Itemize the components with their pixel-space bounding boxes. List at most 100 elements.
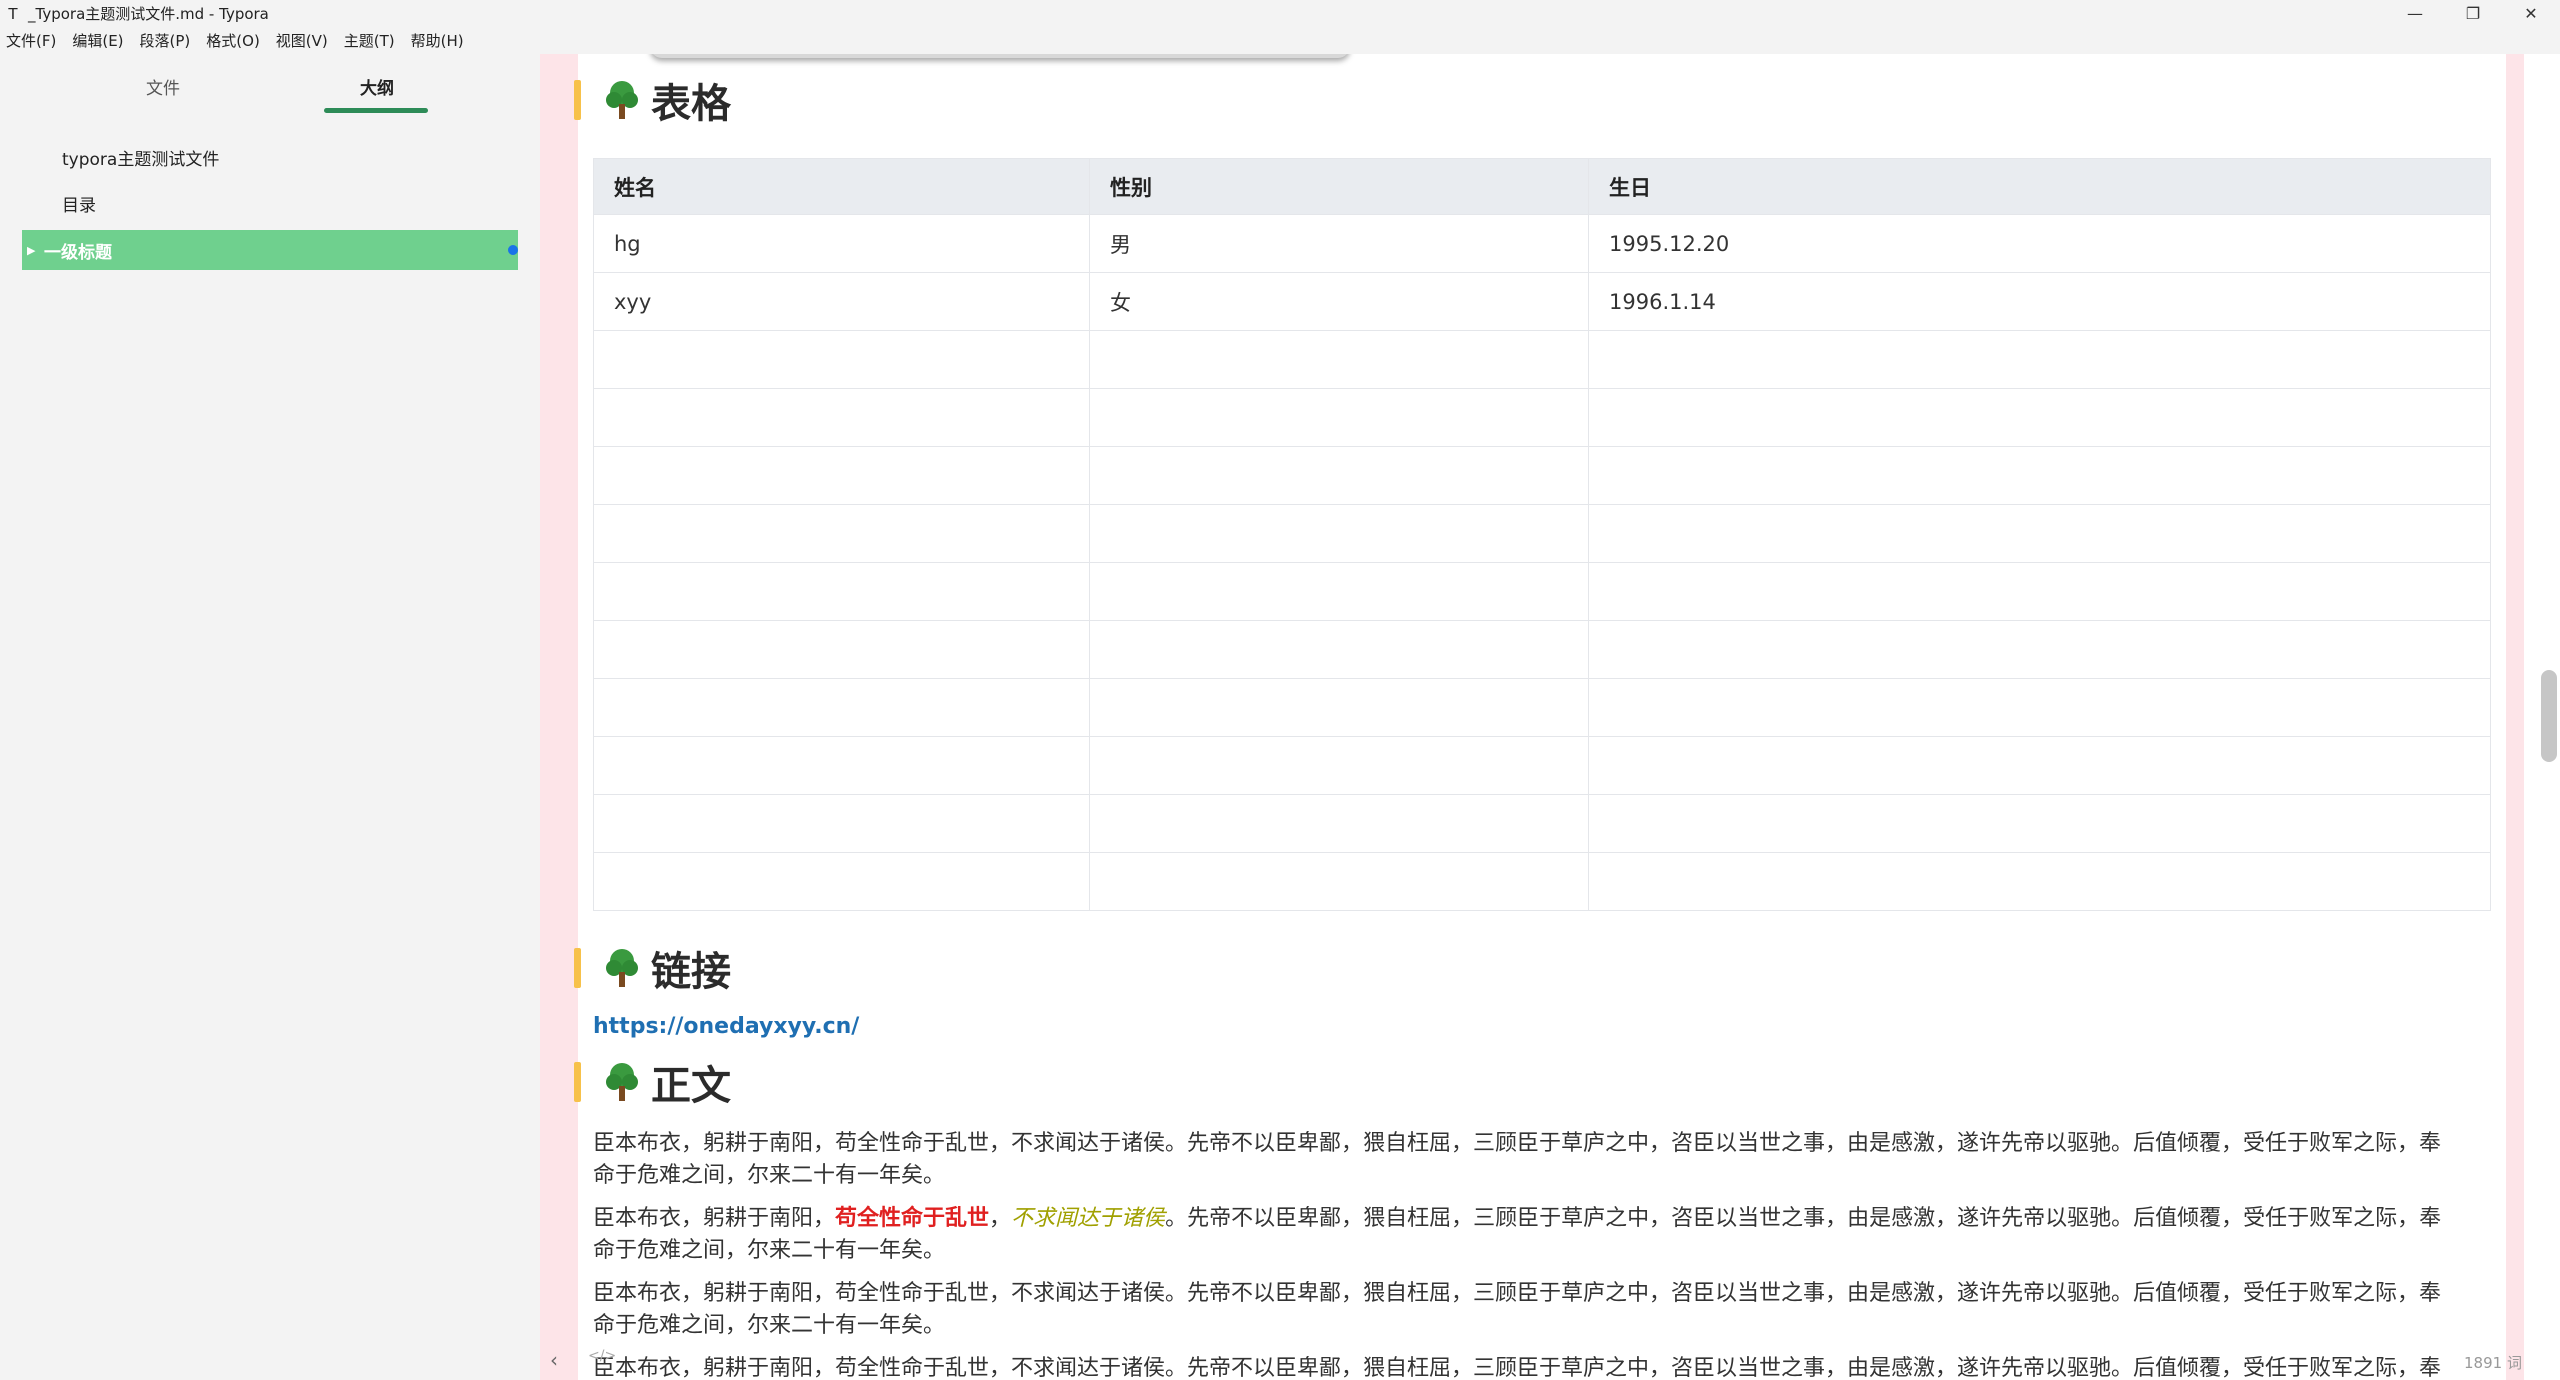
menu-bar: 文件(F) 编辑(E) 段落(P) 格式(O) 视图(V) 主题(T) 帮助(H… bbox=[0, 27, 2560, 54]
table-cell[interactable] bbox=[1089, 330, 1589, 389]
table-row-empty bbox=[593, 678, 2491, 737]
current-position-dot-icon bbox=[508, 245, 518, 255]
heading-accent-bar bbox=[574, 1062, 581, 1102]
tab-files[interactable]: 文件 bbox=[146, 74, 180, 99]
window-controls: — ❐ ✕ bbox=[2386, 0, 2560, 27]
outline-item-label: typora主题测试文件 bbox=[62, 149, 220, 170]
hyperlink[interactable]: https://onedayxyy.cn/ bbox=[593, 1014, 859, 1039]
maximize-button[interactable]: ❐ bbox=[2444, 0, 2502, 27]
table-cell[interactable] bbox=[1089, 620, 1589, 679]
table-cell[interactable] bbox=[593, 504, 1090, 563]
heading-table[interactable]: 表格 bbox=[574, 76, 731, 127]
table-cell[interactable] bbox=[593, 446, 1090, 505]
title-bar: T _Typora主题测试文件.md - Typora — ❐ ✕ bbox=[0, 0, 2560, 27]
table-cell[interactable] bbox=[1089, 736, 1589, 795]
table-cell[interactable] bbox=[1588, 852, 2491, 911]
paragraph-line: 臣本布衣，躬耕于南阳，苟全性命于乱世，不求闻达于诸侯。先帝不以臣卑鄙，猥自枉屈，… bbox=[593, 1203, 2493, 1235]
table-cell[interactable]: 1995.12.20 bbox=[1588, 214, 2491, 273]
editor-pane[interactable]: 表格 姓名 性别 生日 hg 男 1995.12.20 xyy 女 1996.1… bbox=[540, 54, 2560, 1380]
tab-outline[interactable]: 大纲 bbox=[360, 74, 394, 99]
table-header-cell[interactable]: 生日 bbox=[1588, 158, 2491, 215]
table-cell[interactable] bbox=[1588, 446, 2491, 505]
table-cell[interactable] bbox=[1588, 678, 2491, 737]
heading-links[interactable]: 链接 bbox=[574, 944, 731, 995]
table-cell[interactable]: hg bbox=[593, 214, 1090, 273]
menu-theme[interactable]: 主题(T) bbox=[344, 30, 395, 51]
table-cell[interactable] bbox=[1089, 794, 1589, 853]
table-cell[interactable] bbox=[1588, 736, 2491, 795]
heading-body[interactable]: 正文 bbox=[574, 1058, 731, 1109]
table-cell[interactable] bbox=[593, 562, 1090, 621]
table-cell[interactable] bbox=[1089, 388, 1589, 447]
table-cell[interactable] bbox=[1089, 504, 1589, 563]
table-cell[interactable] bbox=[1588, 620, 2491, 679]
table-cell[interactable] bbox=[1588, 504, 2491, 563]
table-cell[interactable] bbox=[1588, 388, 2491, 447]
outline-item-toc[interactable]: 目录 bbox=[0, 180, 540, 226]
table-cell[interactable] bbox=[593, 736, 1090, 795]
close-button[interactable]: ✕ bbox=[2502, 0, 2560, 27]
table-header-cell[interactable]: 姓名 bbox=[593, 158, 1090, 215]
table-cell[interactable] bbox=[593, 620, 1090, 679]
sidebar: 文件 大纲 typora主题测试文件 目录 ▶ 一级标题 bbox=[0, 54, 540, 1380]
outline-item-label: 一级标题 bbox=[44, 242, 112, 263]
menu-file[interactable]: 文件(F) bbox=[6, 30, 56, 51]
expand-arrow-icon[interactable]: ▶ bbox=[27, 244, 35, 257]
right-margin-band bbox=[2506, 54, 2524, 1380]
table-cell[interactable] bbox=[1588, 794, 2491, 853]
toggle-sidebar-icon[interactable]: ‹ bbox=[550, 1348, 558, 1372]
outline-item-title[interactable]: typora主题测试文件 bbox=[0, 134, 540, 180]
table-cell[interactable] bbox=[593, 330, 1090, 389]
table-cell[interactable]: xyy bbox=[593, 272, 1090, 331]
paragraph[interactable]: 臣本布衣，躬耕于南阳，苟全性命于乱世，不求闻达于诸侯。先帝不以臣卑鄙，猥自枉屈，… bbox=[593, 1128, 2493, 1192]
table-cell[interactable] bbox=[1588, 562, 2491, 621]
table-cell[interactable]: 女 bbox=[1089, 272, 1589, 331]
italic-text: 不求闻达于诸侯 bbox=[1011, 1206, 1166, 1231]
table-cell[interactable] bbox=[1588, 330, 2491, 389]
data-table[interactable]: 姓名 性别 生日 hg 男 1995.12.20 xyy 女 1996.1.14 bbox=[593, 158, 2491, 911]
outline-item-h1[interactable]: ▶ 一级标题 bbox=[22, 230, 518, 270]
paragraph[interactable]: 臣本布衣，躬耕于南阳，苟全性命于乱世，不求闻达于诸侯。先帝不以臣卑鄙，猥自枉屈，… bbox=[593, 1278, 2493, 1342]
table-cell[interactable] bbox=[1089, 852, 1589, 911]
menu-help[interactable]: 帮助(H) bbox=[411, 30, 464, 51]
table-cell[interactable] bbox=[1089, 446, 1589, 505]
table-row-empty bbox=[593, 852, 2491, 911]
table-cell[interactable]: 男 bbox=[1089, 214, 1589, 273]
table-row-empty bbox=[593, 620, 2491, 679]
table-cell[interactable]: 1996.1.14 bbox=[1588, 272, 2491, 331]
heading-accent-bar bbox=[574, 80, 581, 120]
window-title: _Typora主题测试文件.md - Typora bbox=[28, 5, 269, 23]
menu-format[interactable]: 格式(O) bbox=[206, 30, 260, 51]
outline-item-label: 目录 bbox=[62, 195, 96, 216]
source-mode-icon[interactable]: </> bbox=[588, 1348, 616, 1364]
paragraph-line: 臣本布衣，躬耕于南阳，苟全性命于乱世，不求闻达于诸侯。先帝不以臣卑鄙，猥自枉屈，… bbox=[593, 1281, 2442, 1306]
table-header-cell[interactable]: 性别 bbox=[1089, 158, 1589, 215]
table-cell[interactable] bbox=[593, 794, 1090, 853]
table-cell[interactable] bbox=[1089, 562, 1589, 621]
vertical-scrollbar-thumb[interactable] bbox=[2541, 670, 2557, 762]
table-cell[interactable] bbox=[593, 388, 1090, 447]
table-row: hg 男 1995.12.20 bbox=[593, 214, 2491, 273]
menu-edit[interactable]: 编辑(E) bbox=[72, 30, 123, 51]
tree-icon bbox=[605, 80, 639, 120]
paragraph-formatted[interactable]: 臣本布衣，躬耕于南阳，苟全性命于乱世，不求闻达于诸侯。先帝不以臣卑鄙，猥自枉屈，… bbox=[593, 1203, 2493, 1267]
menu-view[interactable]: 视图(V) bbox=[276, 30, 328, 51]
table-cell[interactable] bbox=[593, 852, 1090, 911]
table-row-empty bbox=[593, 504, 2491, 563]
table-cell[interactable] bbox=[593, 678, 1090, 737]
table-row-empty bbox=[593, 446, 2491, 505]
minimize-button[interactable]: — bbox=[2386, 0, 2444, 27]
paragraph[interactable]: 臣本布衣，躬耕于南阳，苟全性命于乱世，不求闻达于诸侯。先帝不以臣卑鄙，猥自枉屈，… bbox=[593, 1353, 2493, 1380]
plain-text: 。先帝不以臣卑鄙，猥自枉屈，三顾臣于草庐之中，咨臣以当世之事，由是感激，遂许先帝… bbox=[1165, 1206, 2442, 1231]
word-count[interactable]: 1891 词 bbox=[2464, 1352, 2522, 1373]
heading-text: 链接 bbox=[651, 949, 731, 995]
paragraph-line: 命于危难之间，尔来二十有一年矣。 bbox=[593, 1313, 946, 1338]
heading-accent-bar bbox=[574, 948, 581, 988]
active-tab-indicator bbox=[324, 108, 428, 113]
paragraph-line: 臣本布衣，躬耕于南阳，苟全性命于乱世，不求闻达于诸侯。先帝不以臣卑鄙，猥自枉屈，… bbox=[593, 1131, 2442, 1156]
heading-text: 正文 bbox=[651, 1063, 731, 1109]
table-cell[interactable] bbox=[1089, 678, 1589, 737]
heading-text: 表格 bbox=[651, 81, 731, 127]
table-row-empty bbox=[593, 794, 2491, 853]
menu-paragraph[interactable]: 段落(P) bbox=[140, 30, 191, 51]
